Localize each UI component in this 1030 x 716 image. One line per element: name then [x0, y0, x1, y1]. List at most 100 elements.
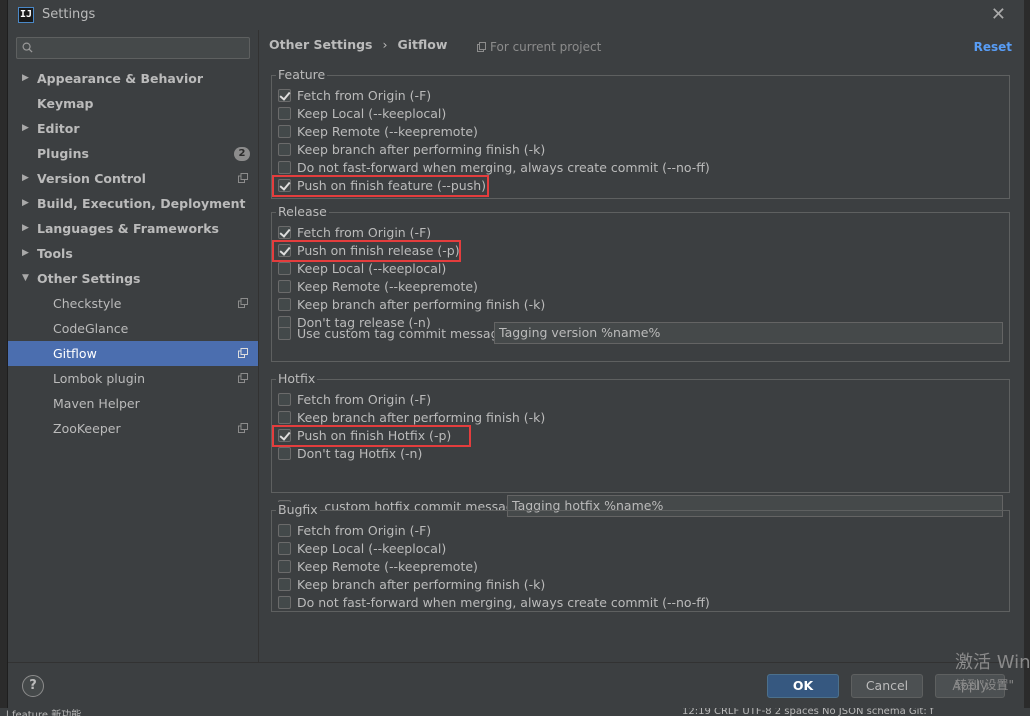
option-label: Keep Local (--keeplocal) — [297, 261, 447, 276]
project-scope-icon — [238, 373, 248, 383]
sidebar-item-checkstyle[interactable]: Checkstyle — [8, 291, 258, 316]
activation-watermark: 激活 Win — [955, 652, 1030, 673]
sidebar-item-label: CodeGlance — [53, 321, 129, 336]
option-label: Fetch from Origin (-F) — [297, 88, 432, 103]
sidebar-item-codeglance[interactable]: CodeGlance — [8, 316, 258, 341]
option-label: Do not fast-forward when merging, always… — [297, 595, 710, 610]
checkbox[interactable] — [278, 411, 291, 424]
sidebar-item-label: Editor — [37, 121, 80, 136]
option-label: Keep branch after performing finish (-k) — [297, 577, 546, 592]
checkbox[interactable] — [278, 596, 291, 609]
status-right-text: 12:19 CRLF UTF-8 2 spaces No JSON schema… — [682, 708, 934, 716]
option-label: Keep Local (--keeplocal) — [297, 106, 447, 121]
chevron-down-icon[interactable]: ▼ — [22, 266, 29, 291]
highlight-annotation-box — [272, 240, 461, 262]
sidebar-item-gitflow[interactable]: Gitflow — [8, 341, 258, 366]
checkbox[interactable] — [278, 560, 291, 573]
sidebar-item-tools[interactable]: ▶ Tools — [8, 241, 258, 266]
checkbox[interactable] — [278, 542, 291, 555]
sidebar-item-label: Plugins — [37, 146, 89, 161]
window-title: Settings — [42, 7, 96, 22]
feature-group-title: Feature — [276, 67, 328, 82]
sidebar-item-appearance-behavior[interactable]: ▶ Appearance & Behavior — [8, 66, 258, 91]
sidebar-item-label: Lombok plugin — [53, 371, 146, 386]
bugfix-group: Bugfix Fetch from Origin (-F) Keep Local … — [271, 502, 1010, 612]
sidebar-item-label: Maven Helper — [53, 396, 140, 411]
release-group: Release Fetch from Origin (-F) Push on fi… — [271, 204, 1010, 362]
sidebar-item-label: Other Settings — [37, 271, 141, 286]
checkbox[interactable] — [278, 393, 291, 406]
checkbox[interactable] — [278, 280, 291, 293]
checkbox[interactable] — [278, 125, 291, 138]
option-label: Keep Remote (--keepremote) — [297, 124, 478, 139]
settings-search[interactable] — [16, 37, 250, 59]
ok-button[interactable]: OK — [767, 674, 839, 698]
option-label: Don't tag Hotfix (-n) — [297, 446, 423, 461]
sidebar-item-zookeeper[interactable]: ZooKeeper — [8, 416, 258, 441]
sidebar-item-keymap[interactable]: Keymap — [8, 91, 258, 116]
chevron-right-icon[interactable]: ▶ — [22, 66, 29, 91]
intellij-app-icon: IJ — [18, 7, 34, 23]
sidebar-item-label: Version Control — [37, 171, 146, 186]
option-label: Keep Remote (--keepremote) — [297, 559, 478, 574]
chevron-right-icon[interactable]: ▶ — [22, 191, 29, 216]
activation-watermark-sub: 转到"设置" — [955, 678, 1015, 692]
project-scope-icon — [477, 42, 486, 52]
project-scope-icon — [238, 298, 248, 308]
chevron-right-icon[interactable]: ▶ — [22, 241, 29, 266]
sidebar-item-plugins[interactable]: Plugins 2 — [8, 141, 258, 166]
sidebar-item-languages-frameworks[interactable]: ▶ Languages & Frameworks — [8, 216, 258, 241]
chevron-right-icon[interactable]: ▶ — [22, 166, 29, 191]
checkbox[interactable] — [278, 578, 291, 591]
bugfix-group-title: Bugfix — [276, 502, 320, 517]
sidebar-item-label: Gitflow — [53, 346, 97, 361]
project-scope-icon — [238, 173, 248, 183]
hotfix-group-title: Hotfix — [276, 371, 318, 386]
gitflow-settings-panel: Other Settings › Gitflow For current proje… — [259, 30, 1024, 662]
checkbox[interactable] — [278, 298, 291, 311]
feature-group: Feature Fetch from Origin (-F) Keep Local… — [271, 67, 1010, 199]
checkbox[interactable] — [278, 161, 291, 174]
sidebar-item-lombok-plugin[interactable]: Lombok plugin — [8, 366, 258, 391]
dialog-footer: ? OK Cancel Apply — [8, 662, 1024, 708]
plugin-updates-badge: 2 — [234, 147, 250, 161]
sidebar-item-label: Tools — [37, 246, 73, 261]
sidebar-item-label: Appearance & Behavior — [37, 71, 203, 86]
title-bar: IJ Settings ✕ — [8, 0, 1024, 30]
reset-link[interactable]: Reset — [974, 40, 1012, 54]
checkbox[interactable] — [278, 143, 291, 156]
checkbox[interactable] — [278, 327, 291, 340]
status-left-text: l feature 新功能 ... — [6, 710, 94, 716]
option-label: Fetch from Origin (-F) — [297, 392, 432, 407]
ide-background-right — [1024, 0, 1030, 716]
chevron-right-icon[interactable]: ▶ — [22, 216, 29, 241]
option-label: Fetch from Origin (-F) — [297, 523, 432, 538]
sidebar-item-version-control[interactable]: ▶ Version Control — [8, 166, 258, 191]
release-commit-message-field[interactable]: Tagging version %name% — [494, 322, 1003, 344]
checkbox[interactable] — [278, 226, 291, 239]
option-label: Keep branch after performing finish (-k) — [297, 297, 546, 312]
close-icon[interactable]: ✕ — [991, 4, 1006, 25]
checkbox[interactable] — [278, 89, 291, 102]
help-button[interactable]: ? — [22, 675, 44, 697]
sidebar-item-editor[interactable]: ▶ Editor — [8, 116, 258, 141]
chevron-right-icon[interactable]: ▶ — [22, 116, 29, 141]
sidebar-item-label: Checkstyle — [53, 296, 122, 311]
sidebar-item-other-settings[interactable]: ▼ Other Settings — [8, 266, 258, 291]
ide-background-left — [0, 0, 8, 716]
sidebar-item-build-execution-deployment[interactable]: ▶ Build, Execution, Deployment — [8, 191, 258, 216]
hotfix-group: Hotfix Fetch from Origin (-F) Keep branch… — [271, 371, 1010, 517]
checkbox[interactable] — [278, 262, 291, 275]
cancel-button[interactable]: Cancel — [851, 674, 923, 698]
search-input[interactable] — [41, 39, 241, 57]
checkbox[interactable] — [278, 107, 291, 120]
sidebar-item-maven-helper[interactable]: Maven Helper — [8, 391, 258, 416]
sidebar-item-label: Languages & Frameworks — [37, 221, 219, 236]
checkbox[interactable] — [278, 447, 291, 460]
release-group-title: Release — [276, 204, 329, 219]
checkbox[interactable] — [278, 524, 291, 537]
option-label: Keep Remote (--keepremote) — [297, 279, 478, 294]
settings-sidebar: ▶ Appearance & Behavior Keymap ▶ Editor Plugi… — [8, 30, 258, 662]
option-label: Use custom tag commit message — [297, 326, 507, 341]
breadcrumb-parent[interactable]: Other Settings — [269, 37, 373, 52]
